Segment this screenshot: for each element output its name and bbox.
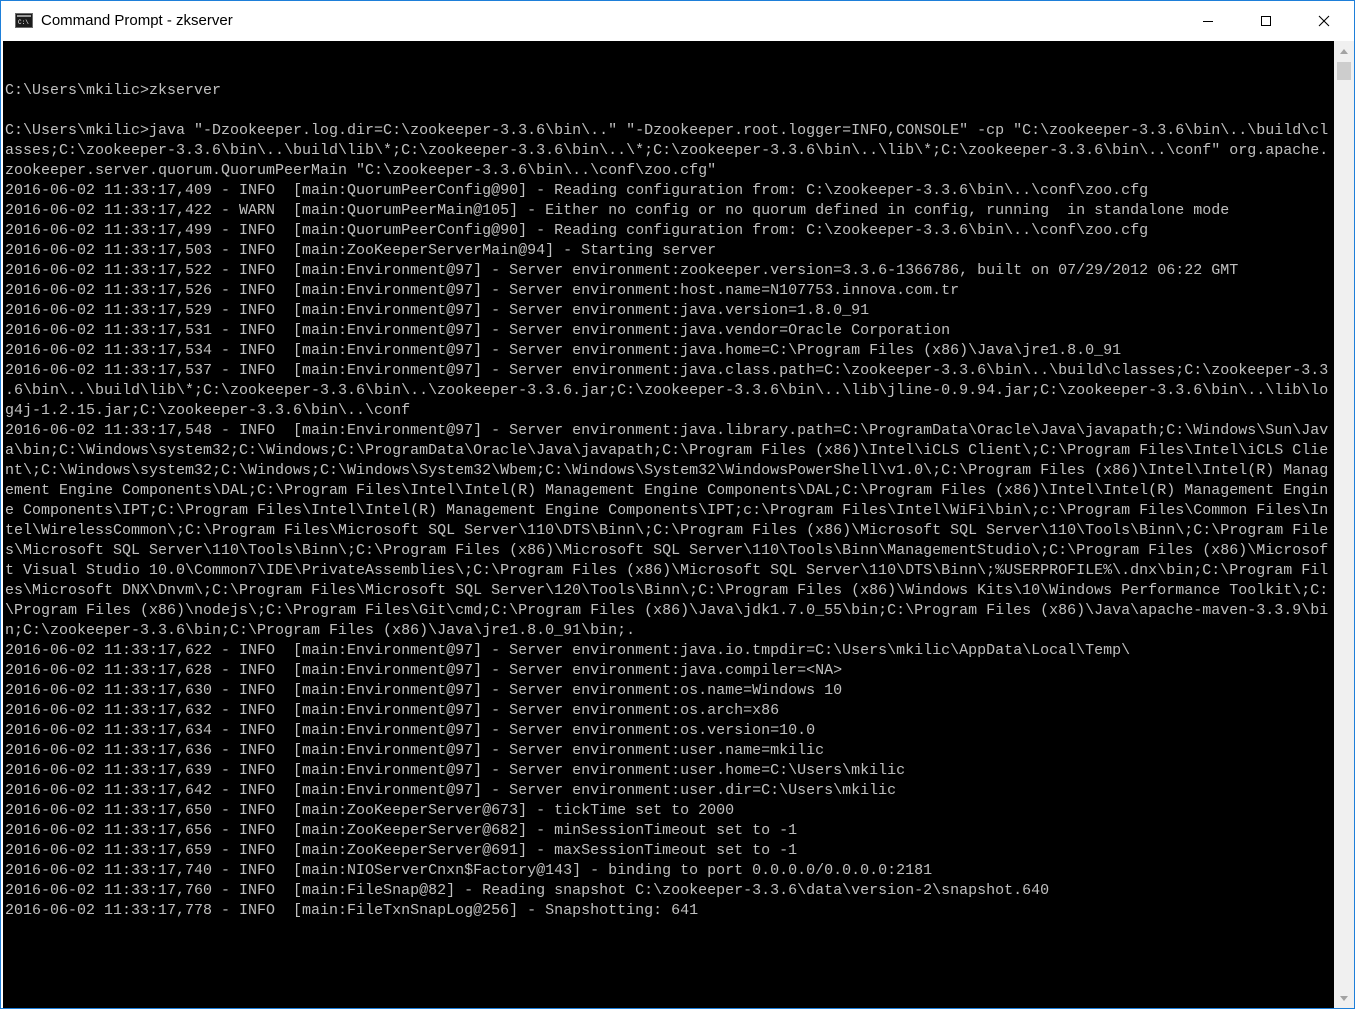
console-output-area[interactable]: C:\Users\mkilic>zkserver C:\Users\mkilic… bbox=[3, 41, 1334, 1008]
scroll-up-button[interactable] bbox=[1334, 41, 1354, 61]
console-line: 2016-06-02 11:33:17,529 - INFO [main:Env… bbox=[5, 302, 870, 319]
console-line: 2016-06-02 11:33:17,760 - INFO [main:Fil… bbox=[5, 882, 1050, 899]
console-line: nt\;C:\Windows\system32;C:\Windows;C:\Wi… bbox=[5, 462, 1329, 479]
console-line: ement Engine Components\DAL;C:\Program F… bbox=[5, 482, 1329, 499]
minimize-icon bbox=[1203, 21, 1213, 22]
console-line: es\Microsoft DNX\Dnvm\;C:\Program Files\… bbox=[5, 582, 1329, 599]
maximize-icon bbox=[1261, 16, 1271, 26]
console-line: 2016-06-02 11:33:17,622 - INFO [main:Env… bbox=[5, 642, 1131, 659]
close-icon bbox=[1318, 15, 1330, 27]
console-line: 2016-06-02 11:33:17,409 - INFO [main:Quo… bbox=[5, 182, 1149, 199]
console-line: e Components\IPT;C:\Program Files\Intel\… bbox=[5, 502, 1329, 519]
console-line: C:\Users\mkilic>java "-Dzookeeper.log.di… bbox=[5, 122, 1329, 139]
console-line: 2016-06-02 11:33:17,499 - INFO [main:Quo… bbox=[5, 222, 1149, 239]
console-line: 2016-06-02 11:33:17,659 - INFO [main:Zoo… bbox=[5, 842, 798, 859]
cmd-icon[interactable]: C:\ bbox=[15, 13, 33, 28]
console-line: 2016-06-02 11:33:17,740 - INFO [main:NIO… bbox=[5, 862, 933, 879]
scrollbar-thumb[interactable] bbox=[1337, 62, 1351, 80]
console-line: 2016-06-02 11:33:17,548 - INFO [main:Env… bbox=[5, 422, 1329, 439]
console-line: 2016-06-02 11:33:17,778 - INFO [main:Fil… bbox=[5, 902, 699, 919]
console-line: 2016-06-02 11:33:17,630 - INFO [main:Env… bbox=[5, 682, 843, 699]
console-line: 2016-06-02 11:33:17,642 - INFO [main:Env… bbox=[5, 782, 897, 799]
console-line: 2016-06-02 11:33:17,503 - INFO [main:Zoo… bbox=[5, 242, 717, 259]
window-title: Command Prompt - zkserver bbox=[41, 12, 233, 29]
console-line: \Program Files (x86)\nodejs\;C:\Program … bbox=[5, 602, 1329, 619]
maximize-button[interactable] bbox=[1237, 1, 1295, 41]
console-line: 2016-06-02 11:33:17,534 - INFO [main:Env… bbox=[5, 342, 1122, 359]
console-line: 2016-06-02 11:33:17,628 - INFO [main:Env… bbox=[5, 662, 843, 679]
scroll-down-button[interactable] bbox=[1334, 988, 1354, 1008]
command-prompt-window: C:\ Command Prompt - zkserver C:\Users\m… bbox=[0, 0, 1355, 1009]
console-line: 2016-06-02 11:33:17,634 - INFO [main:Env… bbox=[5, 722, 816, 739]
console-line: zookeeper.server.quorum.QuorumPeerMain "… bbox=[5, 162, 717, 179]
console-line: 2016-06-02 11:33:17,526 - INFO [main:Env… bbox=[5, 282, 960, 299]
console-line: 2016-06-02 11:33:17,537 - INFO [main:Env… bbox=[5, 362, 1329, 379]
console-line: g4j-1.2.15.jar;C:\zookeeper-3.3.6\bin\..… bbox=[5, 402, 411, 419]
console-line: 2016-06-02 11:33:17,522 - INFO [main:Env… bbox=[5, 262, 1239, 279]
console-line: 2016-06-02 11:33:17,650 - INFO [main:Zoo… bbox=[5, 802, 735, 819]
console-line: .6\bin\..\build\lib\*;C:\zookeeper-3.3.6… bbox=[5, 382, 1329, 399]
title-bar[interactable]: C:\ Command Prompt - zkserver bbox=[1, 1, 1354, 41]
console-line: C:\Users\mkilic>zkserver bbox=[5, 82, 222, 99]
console-line: asses;C:\zookeeper-3.3.6\bin\..\build\li… bbox=[5, 142, 1329, 159]
console-line: 2016-06-02 11:33:17,636 - INFO [main:Env… bbox=[5, 742, 825, 759]
console-line: 2016-06-02 11:33:17,632 - INFO [main:Env… bbox=[5, 702, 780, 719]
vertical-scrollbar[interactable] bbox=[1334, 41, 1354, 1008]
minimize-button[interactable] bbox=[1179, 1, 1237, 41]
scroll-up-arrow-icon bbox=[1340, 48, 1348, 54]
console-line: 2016-06-02 11:33:17,422 - WARN [main:Quo… bbox=[5, 202, 1230, 219]
console-line: n;C:\zookeeper-3.3.6\bin;C:\Program File… bbox=[5, 622, 636, 639]
console-text: C:\Users\mkilic>zkserver C:\Users\mkilic… bbox=[5, 61, 1334, 921]
console-line: tel\WirelessCommon\;C:\Program Files\Mic… bbox=[5, 522, 1329, 539]
svg-text:C:\: C:\ bbox=[18, 19, 29, 26]
console-line: 2016-06-02 11:33:17,656 - INFO [main:Zoo… bbox=[5, 822, 798, 839]
console-line: t Visual Studio 10.0\Common7\IDE\Private… bbox=[5, 562, 1329, 579]
console-line: s\Microsoft SQL Server\110\Tools\Binn\;C… bbox=[5, 542, 1329, 559]
console-line: a\bin;C:\Windows\system32;C:\Windows;C:\… bbox=[5, 442, 1329, 459]
close-button[interactable] bbox=[1295, 1, 1353, 41]
console-line: 2016-06-02 11:33:17,639 - INFO [main:Env… bbox=[5, 762, 906, 779]
console-line: 2016-06-02 11:33:17,531 - INFO [main:Env… bbox=[5, 322, 951, 339]
scroll-down-arrow-icon bbox=[1340, 995, 1348, 1001]
